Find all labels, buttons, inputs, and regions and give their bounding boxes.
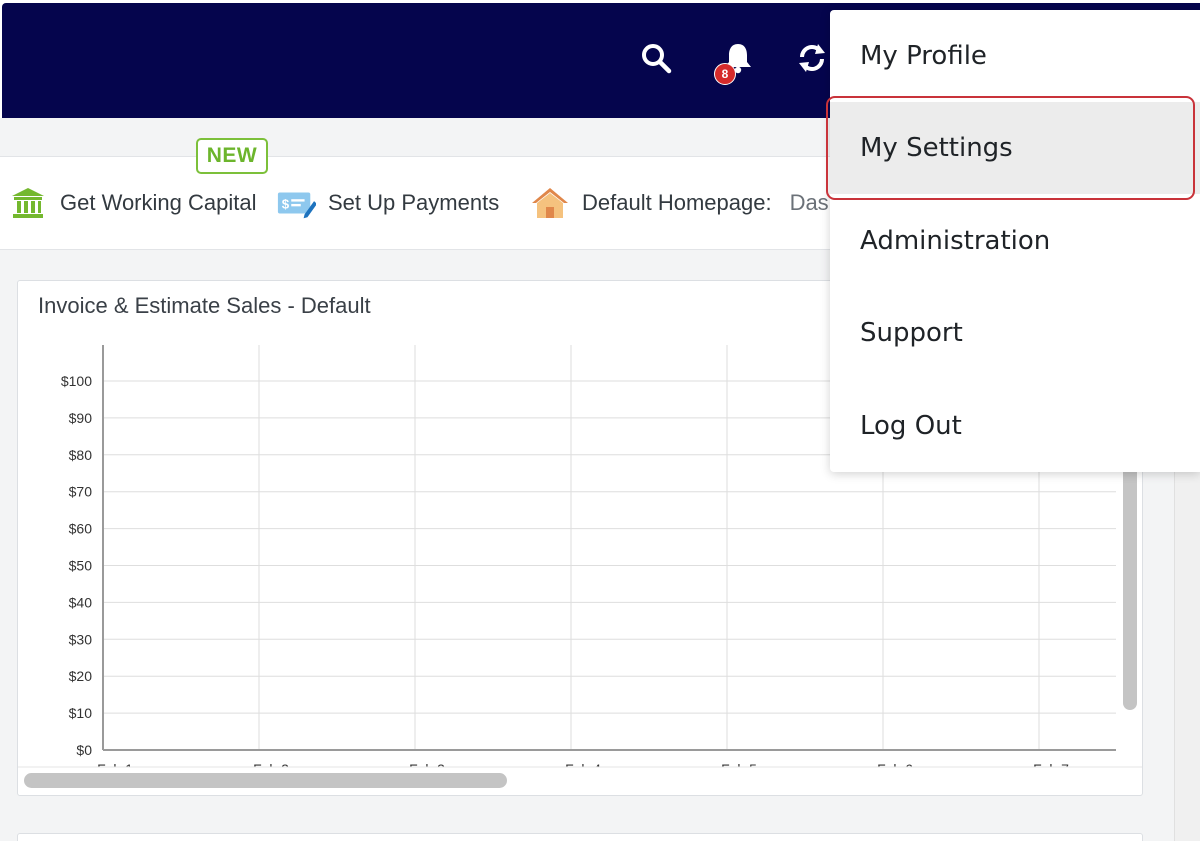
default-homepage-value[interactable]: Das	[790, 190, 829, 216]
next-card	[17, 833, 1143, 841]
set-up-payments-label: Set Up Payments	[328, 190, 500, 215]
y-tick-label: $60	[69, 521, 93, 537]
y-tick-label: $100	[61, 373, 92, 389]
menu-item-support[interactable]: Support	[830, 287, 1200, 379]
y-tick-label: $30	[69, 631, 93, 647]
y-tick-label: $70	[69, 484, 93, 500]
y-tick-label: $20	[69, 668, 93, 684]
menu-item-my-settings[interactable]: My Settings	[830, 102, 1200, 194]
notification-badge: 8	[714, 63, 736, 85]
y-tick-label: $0	[76, 742, 92, 758]
app-window: 8 NEW Get Working Capital $ Set Up Payme…	[0, 0, 1200, 841]
default-homepage-setting[interactable]: Default Homepage: Das	[530, 185, 829, 221]
refresh-icon[interactable]	[792, 38, 832, 78]
menu-item-log-out[interactable]: Log Out	[830, 380, 1200, 472]
set-up-payments-link[interactable]: $ Set Up Payments	[276, 185, 499, 221]
y-tick-label: $10	[69, 705, 93, 721]
payment-check-icon: $	[276, 185, 316, 221]
search-icon[interactable]	[636, 38, 676, 78]
chart-vertical-scrollbar[interactable]	[1123, 452, 1137, 710]
default-homepage-label: Default Homepage:	[582, 190, 772, 215]
menu-item-administration[interactable]: Administration	[830, 195, 1200, 287]
chart-horizontal-scrollbar[interactable]	[24, 773, 507, 788]
home-icon	[530, 185, 570, 221]
get-working-capital-link[interactable]: Get Working Capital	[8, 185, 256, 221]
svg-text:$: $	[282, 197, 290, 212]
bank-icon	[8, 185, 48, 221]
get-working-capital-label: Get Working Capital	[60, 190, 257, 215]
y-tick-label: $80	[69, 447, 93, 463]
y-tick-label: $90	[69, 410, 93, 426]
account-dropdown-menu: My Profile My Settings Administration Su…	[830, 10, 1200, 472]
y-tick-label: $40	[69, 594, 93, 610]
y-tick-label: $50	[69, 558, 93, 574]
menu-item-my-profile[interactable]: My Profile	[830, 10, 1200, 102]
new-tag: NEW	[196, 138, 268, 174]
